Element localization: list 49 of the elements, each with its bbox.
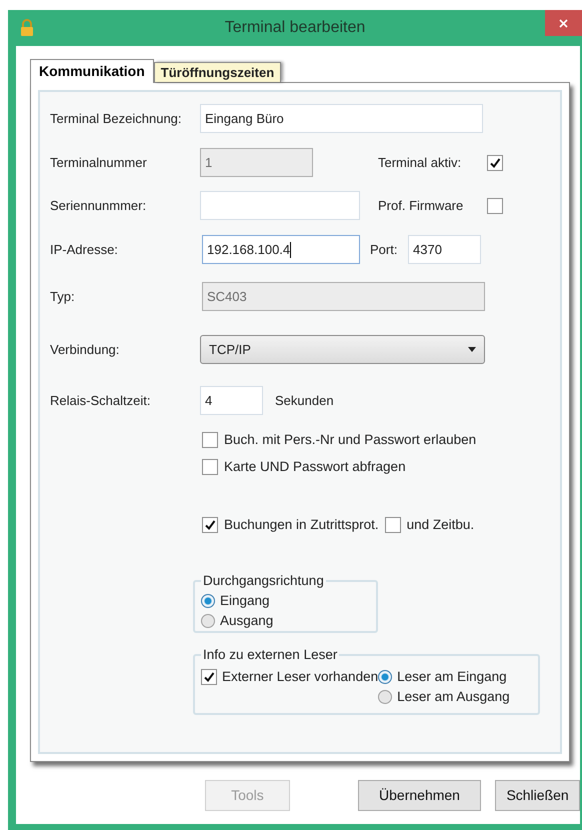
field-label: Buch. mit Pers.-Nr und Passwort erlauben [224, 430, 476, 449]
checkbox[interactable] [487, 154, 503, 170]
field-label: IP-Adresse: [50, 240, 119, 259]
close-button[interactable] [545, 10, 582, 36]
tab[interactable]: Kommunikation [30, 59, 154, 83]
text-field[interactable]: 192.168.100.4 [202, 235, 360, 264]
text-field[interactable]: 4 [200, 386, 263, 415]
checkbox[interactable] [384, 517, 401, 533]
dialog-button[interactable]: Schließen [495, 780, 580, 811]
radio-button[interactable] [201, 594, 215, 608]
field-label: Port: [370, 240, 398, 259]
field-label: Seriennunmmer: [50, 196, 148, 215]
checkbox[interactable] [201, 669, 217, 686]
lock-icon [20, 19, 34, 37]
dialog-button[interactable]: Übernehmen [358, 780, 482, 811]
field-label: Prof. Firmware [378, 196, 464, 215]
group-title: Durchgangsrichtung [202, 572, 325, 590]
field-label: Typ: [50, 288, 76, 306]
field-label: Eingang [220, 592, 270, 610]
radio-button[interactable] [378, 690, 392, 704]
dropdown[interactable]: TCP/IP [200, 335, 485, 364]
field-label: Leser am Eingang [397, 668, 507, 686]
field-label: Verbindung: [50, 340, 120, 359]
caret-icon [468, 347, 476, 352]
field-label: Terminal Bezeichnung: [50, 110, 183, 128]
window-title: Terminal bearbeiten [224, 18, 366, 38]
text-field[interactable]: 4370 [408, 235, 481, 264]
checkbox[interactable] [487, 198, 503, 214]
field-label: Sekunden [275, 392, 334, 410]
radio-button[interactable] [201, 614, 215, 628]
field-label: Terminal aktiv: [378, 154, 462, 172]
checkbox[interactable] [202, 517, 218, 533]
group-title: Info zu externen Leser [202, 646, 338, 664]
field-label: Leser am Ausgang [397, 688, 510, 706]
field-label: und Zeitbu. [406, 516, 474, 534]
text-field[interactable]: Eingang Büro [200, 104, 483, 133]
field-label: Karte UND Passwort abfragen [224, 458, 406, 476]
tab[interactable]: Türöffnungszeiten [154, 62, 282, 82]
close-icon [559, 18, 568, 28]
field-label: Buchungen in Zutrittsprot. [224, 516, 379, 534]
checkbox[interactable] [202, 432, 218, 448]
field-label: Relais-Schaltzeit: [50, 392, 152, 410]
text-cursor [290, 242, 292, 258]
checkbox[interactable] [202, 459, 218, 475]
radio-button[interactable] [378, 670, 392, 684]
field-label: Externer Leser vorhanden [222, 668, 378, 686]
field-label: Ausgang [220, 612, 274, 630]
text-field[interactable] [200, 191, 360, 220]
field-label: Terminalnummer [50, 154, 148, 172]
